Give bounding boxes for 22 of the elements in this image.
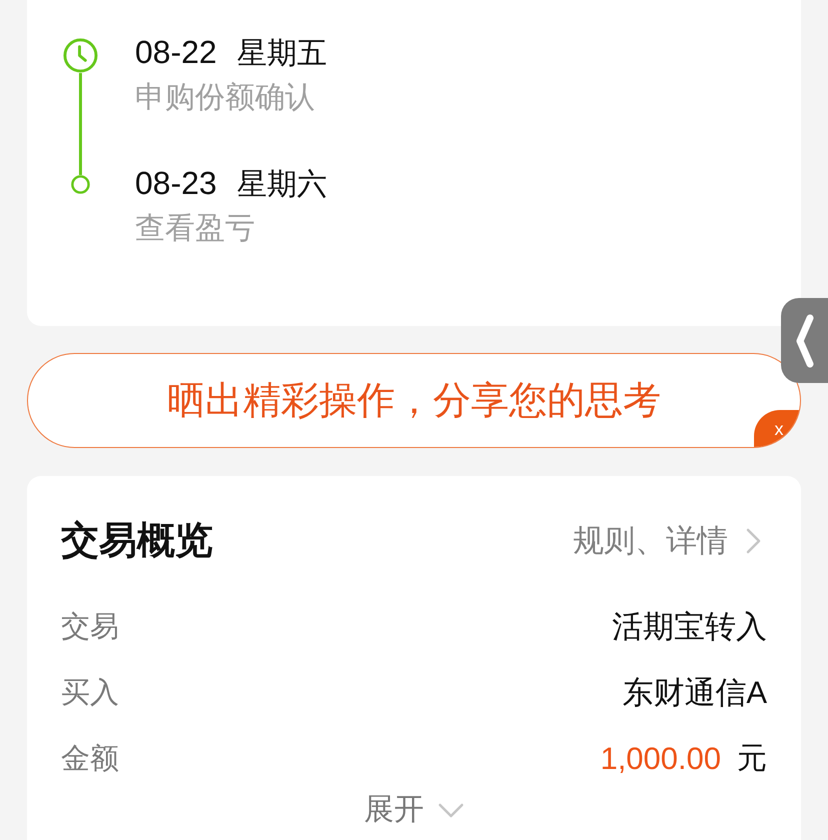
currency-unit: 元 xyxy=(737,741,767,777)
step-weekday: 星期五 xyxy=(236,36,327,72)
chevron-down-icon xyxy=(438,802,464,818)
field-value: 东财通信A xyxy=(622,674,767,712)
close-button[interactable]: x xyxy=(754,410,800,447)
field-label: 交易 xyxy=(61,610,119,645)
share-prompt[interactable]: 晒出精彩操作，分享您的思考 xyxy=(167,378,661,424)
step-date: 08-23 xyxy=(135,165,217,201)
chevron-right-icon xyxy=(746,528,761,554)
chevron-left-icon xyxy=(796,314,814,368)
side-handle[interactable] xyxy=(781,298,828,383)
section-title: 交易概览 xyxy=(61,519,213,563)
expand-button[interactable]: 展开 xyxy=(364,792,464,828)
step-description: 申购份额确认 xyxy=(135,80,316,116)
field-label: 金额 xyxy=(61,742,119,777)
rules-details-link[interactable]: 规则、详情 xyxy=(573,521,767,561)
step-description: 查看盈亏 xyxy=(135,211,256,247)
step-date: 08-22 xyxy=(135,34,217,70)
step-weekday: 星期六 xyxy=(236,167,327,203)
field-value: 活期宝转入 xyxy=(612,608,767,646)
amount-value: 1,000.00 xyxy=(600,740,721,778)
field-label: 买入 xyxy=(61,676,119,711)
